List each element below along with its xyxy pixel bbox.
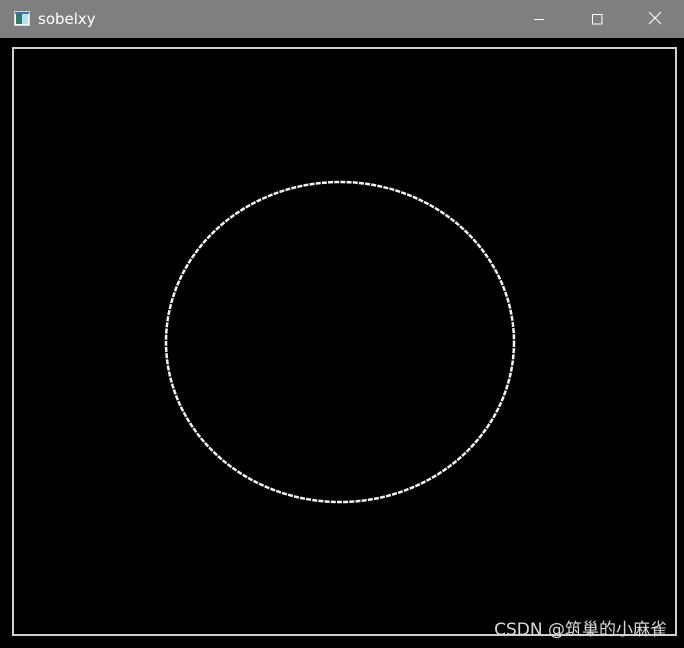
sobel-edge-image [3, 38, 681, 648]
app-icon [14, 11, 30, 26]
maximize-button[interactable] [574, 0, 620, 38]
title-bar[interactable]: sobelxy [0, 0, 684, 38]
image-canvas: CSDN @筑巢的小麻雀 [3, 38, 681, 648]
app-window: sobelxy CSDN @筑巢的小麻雀 [0, 0, 684, 648]
close-icon [648, 10, 662, 29]
window-title: sobelxy [38, 10, 96, 28]
close-button[interactable] [632, 0, 678, 38]
minimize-button[interactable] [516, 0, 562, 38]
maximize-icon [591, 10, 603, 29]
minimize-icon [533, 10, 545, 29]
watermark: CSDN @筑巢的小麻雀 [494, 620, 667, 640]
